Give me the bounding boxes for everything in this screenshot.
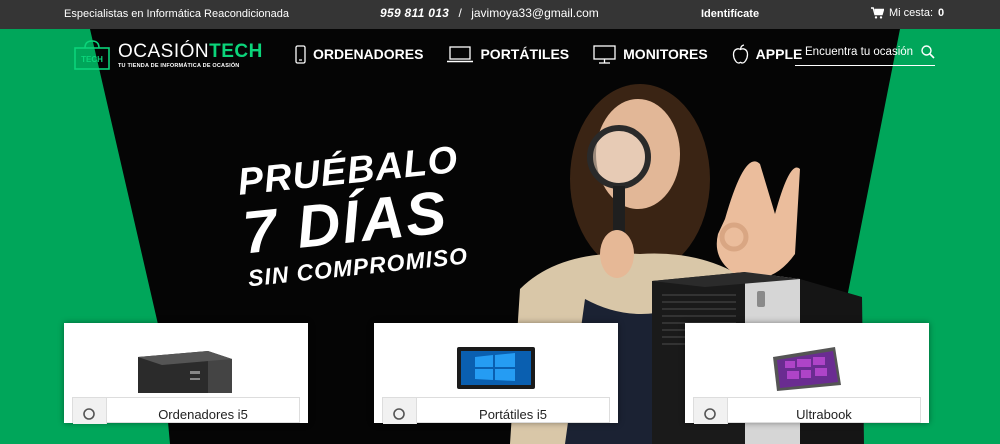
cart-count: 0 [938, 7, 945, 19]
nav-label-portatiles: PORTÁTILES [480, 46, 570, 62]
hero-headline: PRUÉBALO 7 DÍAS SIN COMPROMISO [236, 139, 469, 291]
nav-item-monitores[interactable]: MONITORES [593, 44, 708, 64]
cart-icon [871, 7, 884, 19]
category-card-portatiles[interactable]: Portátiles i5 [374, 323, 618, 424]
nav-item-apple[interactable]: APPLE [732, 44, 802, 64]
card-icon-cell [73, 398, 107, 424]
contact-separator: / [458, 6, 462, 20]
main-nav: ORDENADORES PORTÁTILES MONITORES APPLE [295, 44, 826, 64]
logo-name-bold: TECH [209, 41, 263, 62]
nav-item-portatiles[interactable]: PORTÁTILES [447, 45, 570, 63]
site-logo[interactable]: TECH OCASIÓNTECH TU TIENDA DE INFORMÁTIC… [74, 40, 262, 75]
card-label: Ultrabook [796, 407, 852, 422]
top-bar: Especialistas en Informática Reacondicio… [0, 0, 1000, 29]
card-icon-cell [383, 398, 417, 424]
store-tagline: Especialistas en Informática Reacondicio… [64, 8, 290, 20]
apple-icon [732, 44, 748, 64]
ultrabook-thumbnail [773, 347, 841, 391]
phone-desktop-icon [295, 44, 306, 64]
desktop-pc-thumbnail [138, 351, 232, 393]
card-icon-cell [694, 398, 728, 424]
monitor-icon [593, 44, 616, 64]
logo-tagline: TU TIENDA DE INFORMÁTICA DE OCASIÓN [118, 63, 240, 69]
category-card-ultrabook[interactable]: Ultrabook [685, 323, 929, 424]
laptop-icon [447, 45, 474, 62]
search-icon [704, 408, 716, 420]
nav-label-ordenadores: ORDENADORES [313, 46, 424, 62]
laptop-thumbnail [457, 347, 535, 389]
logo-wordmark: OCASIÓNTECH [118, 41, 263, 63]
nav-item-ordenadores[interactable]: ORDENADORES [295, 44, 424, 64]
email-link[interactable]: javimoya33@gmail.com [471, 6, 599, 20]
cart-label: Mi cesta: [889, 7, 934, 19]
contact-info: 959 811 013 / javimoya33@gmail.com [380, 6, 599, 20]
phone-link[interactable]: 959 811 013 [380, 6, 449, 20]
logo-name-light: OCASIÓN [118, 41, 210, 62]
search-box [795, 42, 935, 66]
nav-label-monitores: MONITORES [623, 46, 708, 62]
search-icon [83, 408, 95, 420]
search-icon [393, 408, 405, 420]
cart-link[interactable]: Mi cesta: 0 [871, 7, 944, 19]
logo-bag-text: TECH [81, 55, 103, 64]
card-label-box: Portátiles i5 [382, 397, 610, 424]
category-card-ordenadores[interactable]: Ordenadores i5 [64, 323, 308, 424]
card-label: Ordenadores i5 [158, 407, 248, 422]
card-label-box: Ordenadores i5 [72, 397, 300, 424]
card-label: Portátiles i5 [479, 407, 547, 422]
search-input[interactable] [795, 42, 913, 58]
shopping-bag-logo-icon: TECH [74, 40, 110, 70]
card-label-box: Ultrabook [693, 397, 921, 424]
search-icon[interactable] [921, 45, 935, 59]
login-link[interactable]: Identifícate [701, 8, 759, 20]
